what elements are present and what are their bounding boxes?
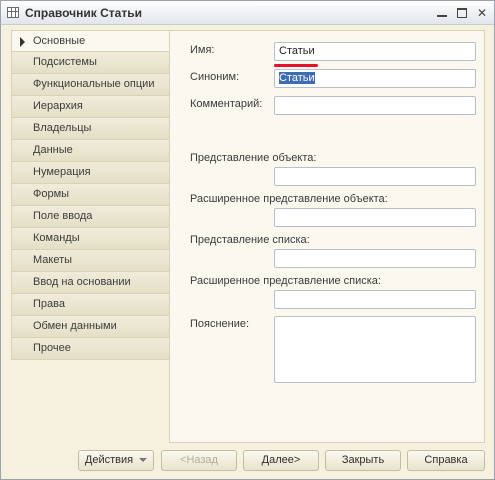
extended-object-representation-field[interactable]	[274, 208, 476, 227]
maximize-icon	[457, 8, 467, 18]
tab-forms[interactable]: Формы	[11, 184, 170, 206]
tab-label: Подсистемы	[33, 56, 97, 68]
list-representation-label: Представление списка:	[190, 234, 310, 246]
tab-data-exchange[interactable]: Обмен данными	[11, 316, 170, 338]
tab-numbering[interactable]: Нумерация	[11, 162, 170, 184]
tab-hierarchy[interactable]: Иерархия	[11, 96, 170, 118]
name-label: Имя:	[190, 44, 215, 56]
back-label: <Назад	[180, 454, 218, 466]
tab-functional-options[interactable]: Функциональные опции	[11, 74, 170, 96]
chevron-down-icon	[139, 458, 148, 463]
object-representation-field[interactable]	[274, 167, 476, 186]
close-label: Закрыть	[341, 454, 385, 466]
extended-list-representation-label: Расширенное представление списка:	[190, 275, 381, 287]
minimize-button[interactable]	[434, 5, 450, 21]
tab-label: Поле ввода	[33, 210, 93, 222]
tab-label: Данные	[33, 144, 73, 156]
close-window-button[interactable]: ✕	[474, 5, 490, 21]
close-icon: ✕	[476, 6, 488, 20]
tab-label: Права	[33, 298, 65, 310]
tab-label: Основные	[33, 35, 86, 47]
actions-menu-button[interactable]: Действия	[78, 450, 154, 471]
synonym-label: Синоним:	[190, 71, 240, 83]
name-field[interactable]: Статьи	[274, 42, 476, 61]
extended-object-representation-label: Расширенное представление объекта:	[190, 193, 388, 205]
help-button[interactable]: Справка	[407, 450, 485, 471]
explanation-textarea[interactable]	[274, 316, 476, 383]
tab-subsystems[interactable]: Подсистемы	[11, 52, 170, 74]
window-title: Справочник Статьи	[25, 6, 142, 20]
tab-templates[interactable]: Макеты	[11, 250, 170, 272]
tab-input-field[interactable]: Поле ввода	[11, 206, 170, 228]
tab-label: Команды	[33, 232, 80, 244]
section-tabs: Основные Подсистемы Функциональные опции…	[11, 30, 170, 360]
next-button[interactable]: Далее>	[243, 450, 319, 471]
explanation-label: Пояснение:	[190, 318, 250, 330]
maximize-button[interactable]	[454, 5, 470, 21]
tab-main[interactable]: Основные	[11, 30, 170, 52]
dialog-window: Справочник Статьи ✕ Основные Подсистемы …	[0, 0, 495, 480]
minimize-icon	[437, 15, 447, 17]
synonym-field[interactable]: Статьи	[274, 69, 476, 88]
tab-input-on-basis[interactable]: Ввод на основании	[11, 272, 170, 294]
help-label: Справка	[424, 454, 468, 466]
current-tab-arrow-icon	[20, 37, 25, 47]
tab-label: Ввод на основании	[33, 276, 131, 288]
comment-label: Комментарий:	[190, 98, 263, 110]
actions-label: Действия	[84, 454, 134, 466]
name-value: Статьи	[279, 45, 315, 57]
tab-label: Иерархия	[33, 100, 83, 112]
tab-other[interactable]: Прочее	[11, 338, 170, 360]
tab-owners[interactable]: Владельцы	[11, 118, 170, 140]
back-button[interactable]: <Назад	[161, 450, 237, 471]
dialog-content: Основные Подсистемы Функциональные опции…	[1, 26, 494, 479]
tab-label: Макеты	[33, 254, 73, 266]
main-properties-panel: Имя: Статьи Синоним: Статьи Комментарий:…	[169, 30, 485, 443]
tab-label: Прочее	[33, 342, 71, 354]
extended-list-representation-field[interactable]	[274, 290, 476, 309]
tab-label: Обмен данными	[33, 320, 117, 332]
comment-field[interactable]	[274, 96, 476, 115]
close-button[interactable]: Закрыть	[325, 450, 401, 471]
catalog-icon	[7, 7, 19, 18]
tab-data[interactable]: Данные	[11, 140, 170, 162]
highlight-underline	[274, 64, 318, 67]
next-label: Далее>	[261, 454, 301, 466]
tab-label: Формы	[33, 188, 70, 200]
object-representation-label: Представление объекта:	[190, 152, 317, 164]
tab-rights[interactable]: Права	[11, 294, 170, 316]
title-bar[interactable]: Справочник Статьи ✕	[1, 1, 494, 25]
synonym-value: Статьи	[279, 72, 315, 84]
list-representation-field[interactable]	[274, 249, 476, 268]
tab-commands[interactable]: Команды	[11, 228, 170, 250]
tab-label: Владельцы	[33, 122, 92, 134]
tab-label: Нумерация	[33, 166, 91, 178]
tab-label: Функциональные опции	[33, 78, 155, 90]
